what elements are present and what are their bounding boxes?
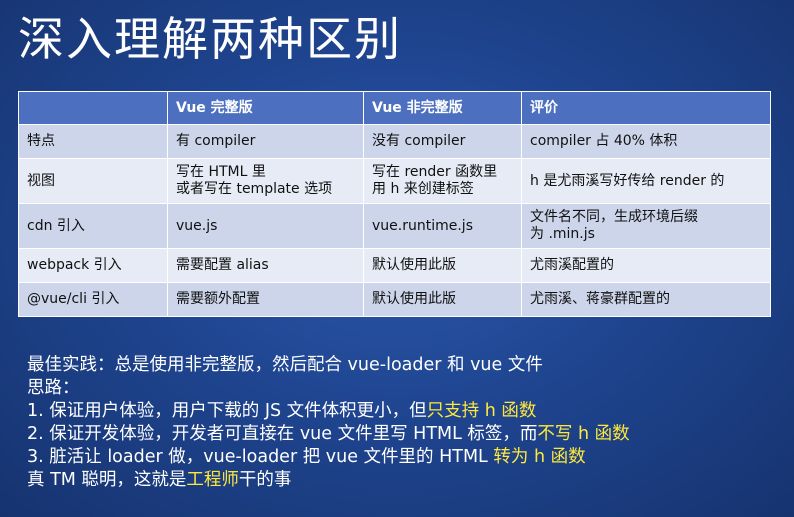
- table-row: 特点 有 compiler 没有 compiler compiler 占 40%…: [18, 124, 771, 159]
- table-row: @vue/cli 引入 需要额外配置 默认使用此版 尤雨溪、蒋豪群配置的: [18, 282, 771, 317]
- table-cell: 需要额外配置: [167, 282, 364, 317]
- reason-text: 3. 脏活让 loader 做，vue-loader 把 vue 文件里的 HT…: [27, 447, 494, 467]
- table-cell: @vue/cli 引入: [18, 282, 168, 317]
- reason-item-3: 3. 脏活让 loader 做，vue-loader 把 vue 文件里的 HT…: [27, 446, 787, 469]
- table-cell: 默认使用此版: [363, 248, 522, 283]
- table-header-cell: [18, 91, 168, 125]
- table-header-cell: 评价: [521, 91, 771, 125]
- table-cell: vue.runtime.js: [363, 203, 522, 249]
- conclusion-text: 真 TM 聪明，这就是: [27, 470, 187, 490]
- table-header-cell: Vue 完整版: [167, 91, 364, 125]
- table-row: webpack 引入 需要配置 alias 默认使用此版 尤雨溪配置的: [18, 248, 771, 283]
- table-cell: 写在 render 函数里 用 h 来创建标签: [363, 158, 522, 204]
- best-practice-line: 最佳实践：总是使用非完整版，然后配合 vue-loader 和 vue 文件: [27, 355, 543, 375]
- table-cell: 写在 HTML 里 或者写在 template 选项: [167, 158, 364, 204]
- table-cell: 特点: [18, 124, 168, 159]
- highlight-text: 工程师: [186, 470, 239, 490]
- conclusion-text: 干的事: [238, 470, 292, 490]
- reason-text: 2. 保证开发体验，开发者可直接在 vue 文件里写 HTML 标签，而: [27, 424, 538, 444]
- reason-item-2: 2. 保证开发体验，开发者可直接在 vue 文件里写 HTML 标签，而不写 h…: [27, 423, 787, 446]
- table-cell: 有 compiler: [167, 124, 364, 159]
- highlight-text: 只支持 h 函数: [426, 401, 537, 421]
- table-cell: webpack 引入: [18, 248, 168, 283]
- table-cell: 文件名不同，生成环境后缀 为 .min.js: [521, 203, 771, 249]
- highlight-text: 转为 h 函数: [493, 447, 586, 467]
- table-cell: 尤雨溪、蒋豪群配置的: [521, 282, 771, 317]
- highlight-text: 不写 h 函数: [537, 424, 630, 444]
- notes-block: 最佳实践：总是使用非完整版，然后配合 vue-loader 和 vue 文件 思…: [27, 354, 787, 492]
- table-row: cdn 引入 vue.js vue.runtime.js 文件名不同，生成环境后…: [18, 203, 771, 249]
- table-header-row: Vue 完整版 Vue 非完整版 评价: [18, 91, 771, 125]
- thinking-heading: 思路：: [27, 378, 80, 398]
- reason-item-1: 1. 保证用户体验，用户下载的 JS 文件体积更小，但只支持 h 函数: [27, 400, 787, 423]
- table-cell: 需要配置 alias: [167, 248, 364, 283]
- slide-title: 深入理解两种区别: [18, 12, 402, 66]
- table-header-cell: Vue 非完整版: [363, 91, 522, 125]
- table-cell: 视图: [18, 158, 168, 204]
- comparison-table: Vue 完整版 Vue 非完整版 评价 特点 有 compiler 没有 com…: [18, 91, 771, 317]
- table-cell: 没有 compiler: [363, 124, 522, 159]
- table-cell: vue.js: [167, 203, 364, 249]
- table-cell: 默认使用此版: [363, 282, 522, 317]
- conclusion-line: 真 TM 聪明，这就是工程师干的事: [27, 469, 787, 492]
- table-cell: compiler 占 40% 体积: [521, 124, 771, 159]
- reason-text: 1. 保证用户体验，用户下载的 JS 文件体积更小，但: [27, 401, 427, 421]
- table-cell: cdn 引入: [18, 203, 168, 249]
- table-cell: 尤雨溪配置的: [521, 248, 771, 283]
- table-cell: h 是尤雨溪写好传给 render 的: [521, 158, 771, 204]
- table-row: 视图 写在 HTML 里 或者写在 template 选项 写在 render …: [18, 158, 771, 204]
